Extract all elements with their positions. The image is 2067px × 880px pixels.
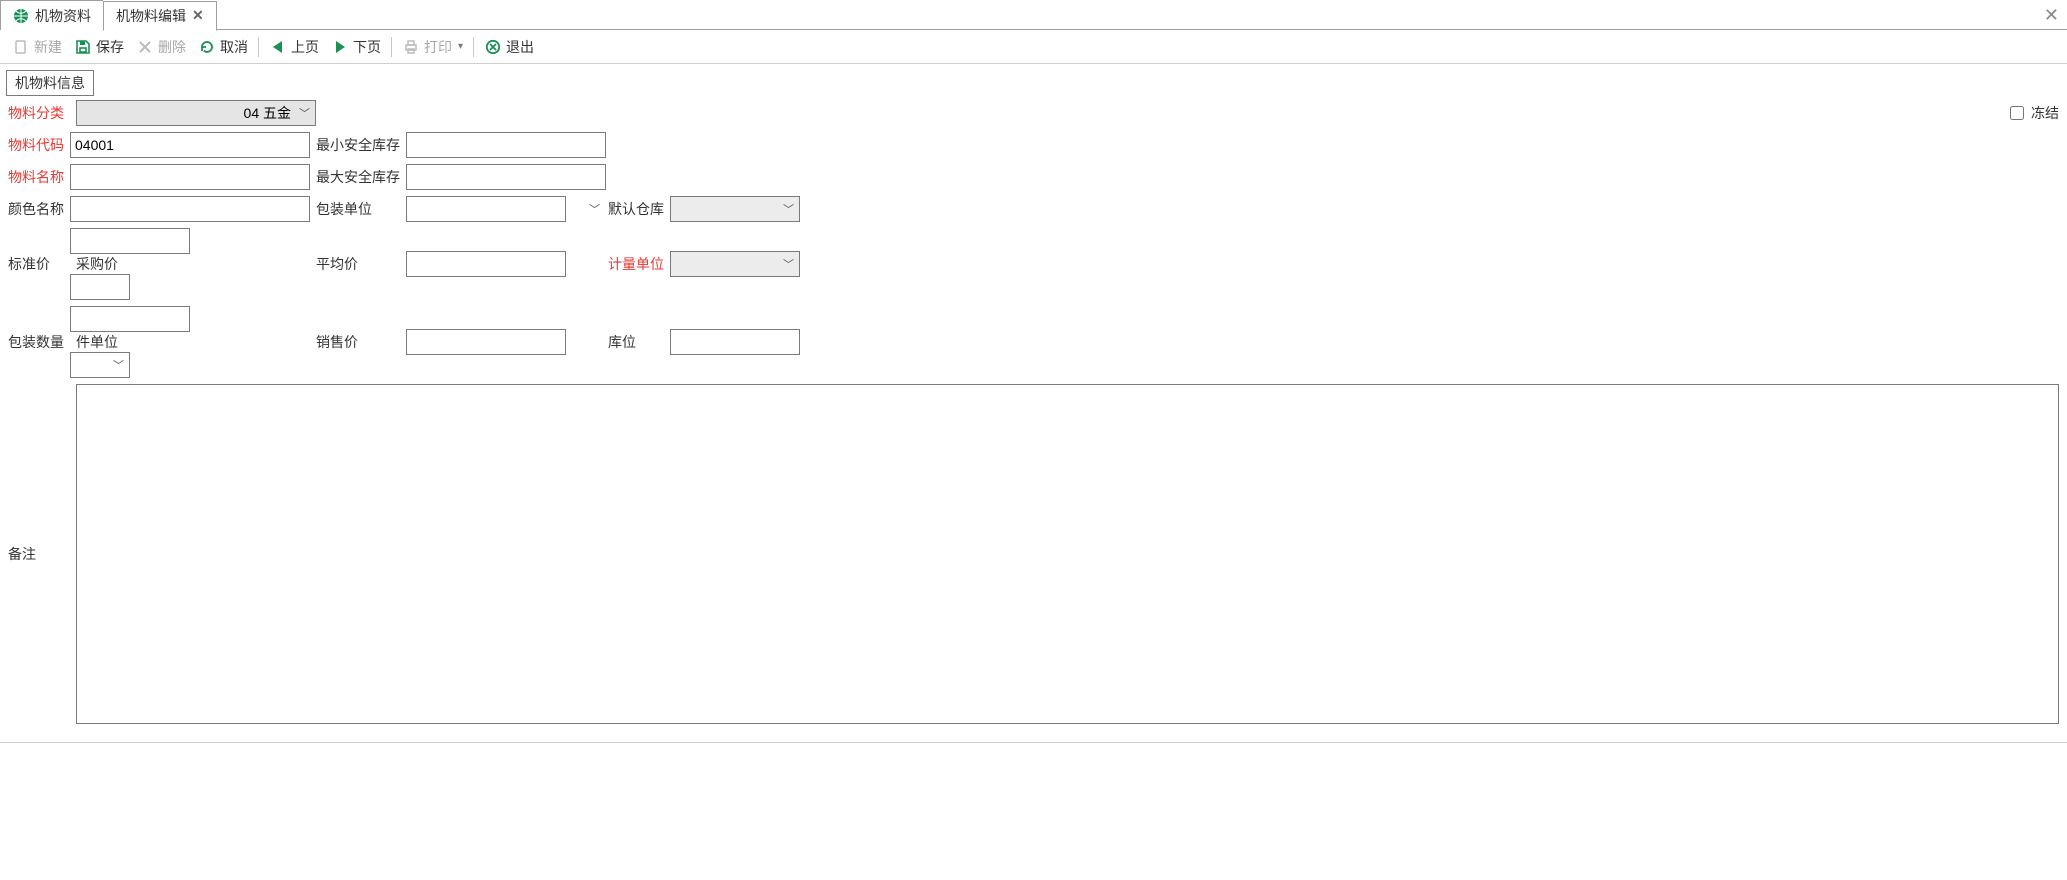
pack-unit-combo[interactable]	[406, 196, 566, 222]
label-color: 颜色名称	[8, 199, 70, 219]
tab-strip: 机物资料 机物料编辑 ✕ ✕	[0, 0, 2067, 30]
globe-icon	[13, 8, 29, 24]
tab-material-list[interactable]: 机物资料	[0, 0, 103, 30]
label-category: 物料分类	[8, 103, 70, 123]
name-input[interactable]	[70, 164, 310, 190]
std-price-input[interactable]	[70, 228, 190, 254]
cancel-label: 取消	[220, 37, 248, 57]
label-avg-price: 平均价	[310, 254, 364, 274]
subtab-label: 机物料信息	[15, 75, 85, 91]
delete-button[interactable]: 删除	[130, 33, 192, 61]
remark-textarea[interactable]	[76, 384, 2059, 724]
next-label: 下页	[353, 37, 381, 57]
form-area: 物料分类 ﹀ 冻结 物料代码 最小安全库存 物料名称 最大安全库存 颜色名称 包…	[0, 96, 2067, 732]
max-stock-input[interactable]	[406, 164, 606, 190]
exit-icon	[484, 38, 502, 56]
label-min-stock: 最小安全库存	[310, 135, 406, 155]
freeze-checkbox[interactable]: 冻结	[2006, 103, 2059, 123]
label-name: 物料名称	[8, 167, 70, 187]
print-icon	[402, 38, 420, 56]
label-piece-unit: 件单位	[70, 332, 124, 352]
refresh-icon	[198, 38, 216, 56]
label-sale-price: 销售价	[310, 332, 364, 352]
tab-label: 机物资料	[35, 6, 91, 26]
exit-button[interactable]: 退出	[478, 33, 540, 61]
prev-label: 上页	[291, 37, 319, 57]
tab-label: 机物料编辑	[116, 6, 186, 26]
min-stock-input[interactable]	[406, 132, 606, 158]
label-remark: 备注	[8, 544, 70, 564]
save-label: 保存	[96, 37, 124, 57]
triangle-right-icon	[331, 38, 349, 56]
label-location: 库位	[606, 332, 642, 352]
location-input[interactable]	[670, 329, 800, 355]
avg-price-input[interactable]	[406, 251, 566, 277]
measure-unit-select[interactable]	[670, 251, 800, 277]
sale-price-input[interactable]	[406, 329, 566, 355]
new-button[interactable]: 新建	[6, 33, 68, 61]
label-pack-qty: 包装数量	[8, 332, 70, 352]
new-label: 新建	[34, 37, 62, 57]
label-measure-unit: 计量单位	[606, 254, 670, 274]
chevron-down-icon: ﹀	[589, 201, 600, 217]
toolbar-separator	[391, 37, 392, 57]
code-input[interactable]	[70, 132, 310, 158]
triangle-left-icon	[269, 38, 287, 56]
freeze-label: 冻结	[2031, 103, 2059, 123]
subtab-bar: 机物料信息	[0, 64, 2067, 96]
label-code: 物料代码	[8, 135, 70, 155]
label-std-price: 标准价	[8, 254, 56, 274]
toolbar: 新建 保存 删除 取消 上页 下页 打印 ▾	[0, 30, 2067, 64]
label-default-warehouse: 默认仓库	[606, 199, 670, 219]
delete-icon	[136, 38, 154, 56]
save-button[interactable]: 保存	[68, 33, 130, 61]
exit-label: 退出	[506, 37, 534, 57]
subtab-material-info[interactable]: 机物料信息	[6, 70, 94, 96]
purchase-price-input[interactable]	[70, 274, 130, 300]
pack-qty-input[interactable]	[70, 306, 190, 332]
label-purchase-price: 采购价	[70, 254, 124, 274]
tab-material-edit[interactable]: 机物料编辑 ✕	[103, 1, 217, 31]
delete-label: 删除	[158, 37, 186, 57]
color-input[interactable]	[70, 196, 310, 222]
toolbar-separator	[258, 37, 259, 57]
prev-page-button[interactable]: 上页	[263, 33, 325, 61]
category-select[interactable]	[76, 100, 316, 126]
print-label: 打印	[424, 37, 452, 57]
footer-divider	[0, 742, 2067, 743]
default-warehouse-select[interactable]	[670, 196, 800, 222]
toolbar-separator	[473, 37, 474, 57]
label-pack-unit: 包装单位	[310, 199, 378, 219]
next-page-button[interactable]: 下页	[325, 33, 387, 61]
label-max-stock: 最大安全库存	[310, 167, 406, 187]
save-icon	[74, 38, 92, 56]
close-icon[interactable]: ✕	[192, 7, 204, 24]
new-icon	[12, 38, 30, 56]
cancel-button[interactable]: 取消	[192, 33, 254, 61]
freeze-checkbox-input[interactable]	[2010, 106, 2024, 120]
piece-unit-combo[interactable]	[70, 352, 130, 378]
chevron-down-icon: ▾	[458, 41, 463, 52]
print-button[interactable]: 打印 ▾	[396, 33, 469, 61]
window-close-button[interactable]: ✕	[2044, 0, 2059, 30]
